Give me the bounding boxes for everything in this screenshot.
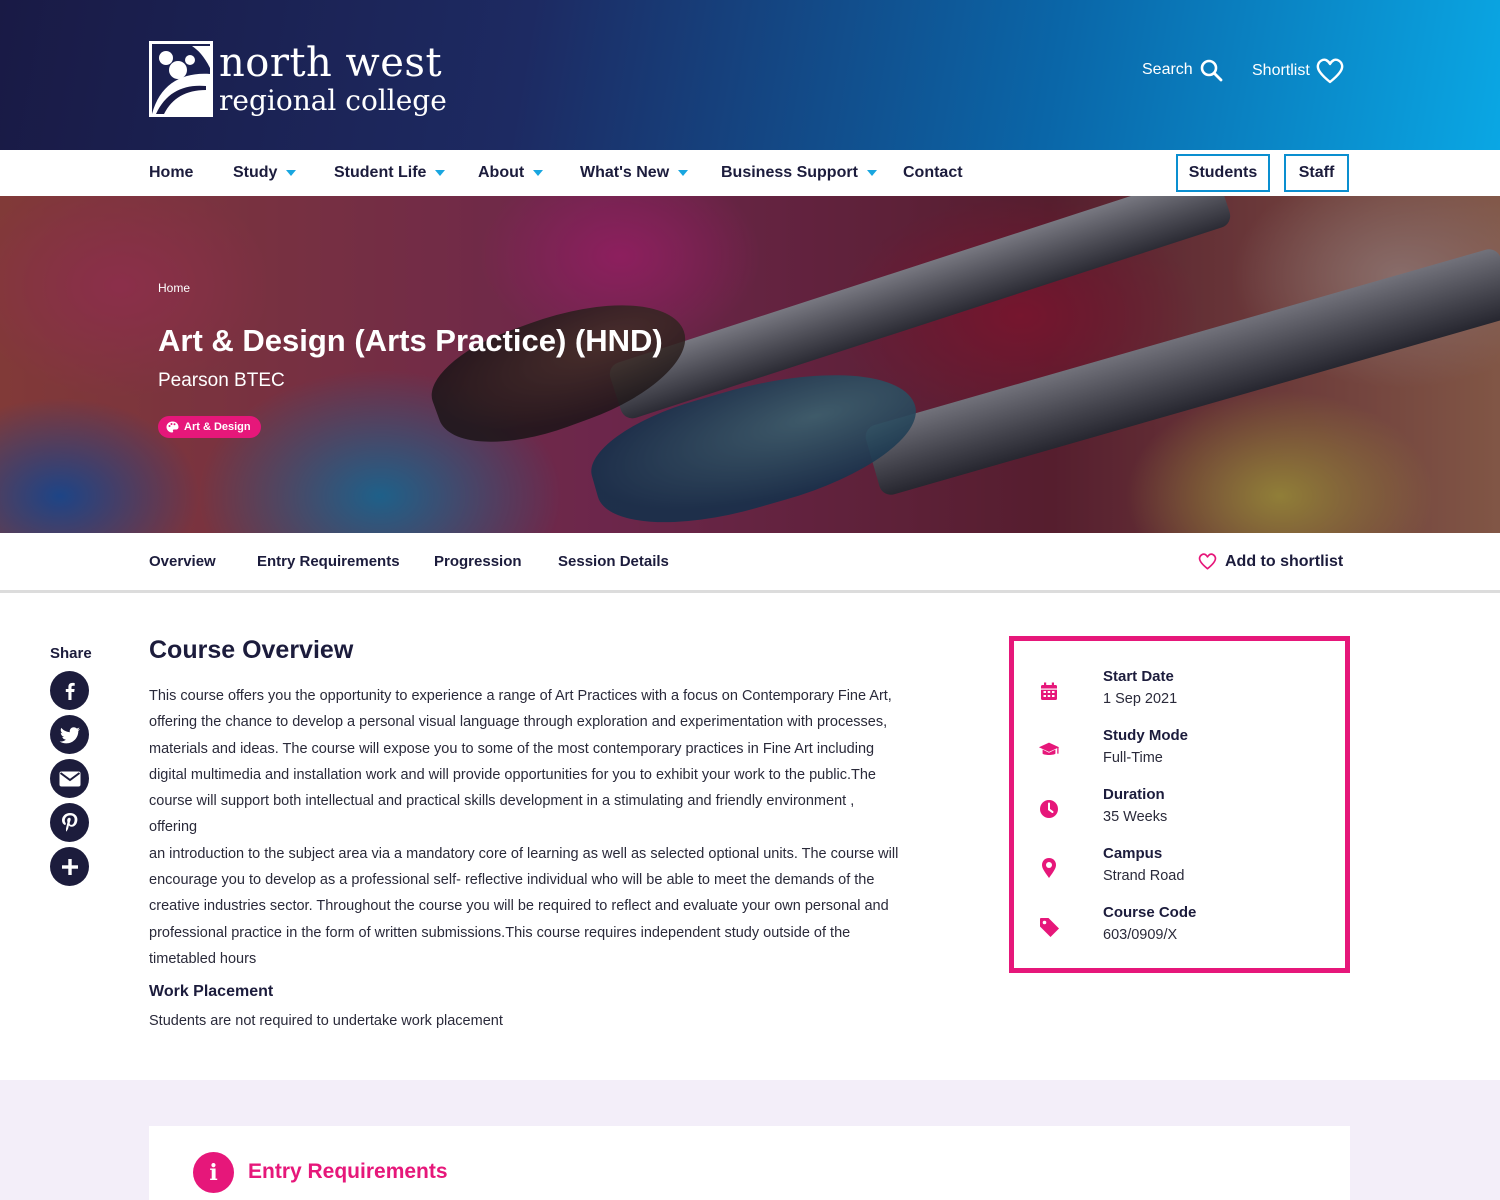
students-button[interactable]: Students (1176, 154, 1270, 192)
search-icon (1200, 59, 1223, 82)
main-navigation: Home Study Student Life About What's New… (0, 150, 1500, 196)
nav-item-business-support[interactable]: Business Support (721, 150, 877, 196)
overview-line: an introduction to the subject area via … (149, 845, 899, 862)
site-header: north west regional college Search Short… (0, 0, 1500, 150)
nav-item-student-life[interactable]: Student Life (334, 150, 446, 196)
shortlist-link[interactable]: Shortlist (1252, 58, 1344, 84)
course-info-box: Start Date 1 Sep 2021 Study Mode Full-Ti… (1009, 636, 1350, 973)
pinterest-icon (61, 812, 77, 832)
shortlist-label: Shortlist (1252, 62, 1310, 79)
tab-progression[interactable]: Progression (434, 533, 522, 590)
caret-down-icon (286, 170, 297, 176)
info-study-mode: Study Mode Full-Time (1034, 727, 1334, 773)
logo-mark-icon (149, 41, 213, 117)
share-pinterest-button[interactable] (50, 803, 89, 842)
info-icon: i (193, 1152, 234, 1193)
staff-button[interactable]: Staff (1284, 154, 1349, 192)
share-facebook-button[interactable] (50, 671, 89, 710)
info-value: 603/0909/X (1103, 927, 1178, 943)
heart-icon (1316, 58, 1344, 84)
caret-down-icon (678, 170, 689, 176)
info-start-date: Start Date 1 Sep 2021 (1034, 668, 1334, 714)
tab-overview[interactable]: Overview (149, 533, 216, 590)
overview-line: creative industries sector. Throughout t… (149, 898, 889, 915)
college-logo[interactable]: north west regional college (149, 41, 447, 117)
info-duration: Duration 35 Weeks (1034, 786, 1334, 832)
overview-line: This course offers you the opportunity t… (149, 688, 892, 704)
course-overview-heading: Course Overview (149, 636, 354, 664)
calendar-icon (1041, 682, 1057, 700)
facebook-icon (65, 682, 75, 700)
logo-line-2: regional college (219, 84, 447, 117)
overview-line: course will support both intellectual an… (149, 793, 855, 836)
entry-requirements-heading: Entry Requirements (248, 1160, 448, 1183)
breadcrumb-home[interactable]: Home (158, 281, 190, 295)
caret-down-icon (533, 170, 544, 176)
overview-line: timetabled hours (149, 950, 257, 967)
work-placement-text: Students are not required to undertake w… (149, 1013, 503, 1029)
overview-line: offering the chance to develop a persona… (149, 714, 888, 731)
share-more-button[interactable] (50, 847, 89, 886)
location-pin-icon (1042, 858, 1056, 878)
tag-icon (1039, 917, 1059, 937)
add-to-shortlist-label: Add to shortlist (1225, 552, 1344, 570)
info-label: Duration (1103, 786, 1165, 803)
nav-item-whats-new[interactable]: What's New (580, 150, 689, 196)
nav-item-contact[interactable]: Contact (903, 150, 963, 196)
nav-label: Home (149, 164, 194, 181)
nav-item-home[interactable]: Home (149, 150, 193, 196)
tab-entry-requirements[interactable]: Entry Requirements (257, 533, 400, 590)
info-label: Study Mode (1103, 727, 1188, 744)
nav-label: About (478, 164, 525, 181)
email-icon (59, 771, 80, 786)
clock-icon (1040, 800, 1058, 818)
overview-line: professional practice in the form of wri… (149, 924, 851, 941)
heart-icon (1198, 553, 1217, 570)
info-label: Course Code (1103, 904, 1197, 921)
overview-line: digital multimedia and installation work… (149, 766, 876, 783)
subject-tag-label: Art & Design (184, 421, 251, 433)
info-label: Start Date (1103, 668, 1174, 685)
nav-label: Contact (903, 164, 963, 181)
graduation-cap-icon (1038, 742, 1060, 756)
search-link[interactable]: Search (1142, 58, 1223, 82)
nav-label: What's New (580, 164, 670, 181)
hero-overlay (0, 196, 1500, 533)
overview-line: materials and ideas. The course will exp… (149, 740, 875, 757)
plus-icon (61, 858, 78, 875)
info-value: Strand Road (1103, 868, 1185, 884)
page-title: Art & Design (Arts Practice) (HND) (158, 323, 663, 358)
course-overview-text: This course offers you the opportunity t… (149, 683, 904, 972)
caret-down-icon (866, 170, 877, 176)
add-to-shortlist-button[interactable]: Add to shortlist (1198, 533, 1343, 590)
nav-label: Study (233, 164, 278, 181)
overview-line: encourage you to develop as a profession… (149, 872, 875, 889)
caret-down-icon (435, 170, 446, 176)
logo-line-1: north west (219, 40, 443, 86)
twitter-icon (59, 726, 80, 743)
share-twitter-button[interactable] (50, 715, 89, 754)
work-placement-heading: Work Placement (149, 983, 274, 1000)
hero-banner (0, 196, 1500, 533)
nav-item-study[interactable]: Study (233, 150, 297, 196)
info-campus: Campus Strand Road (1034, 845, 1334, 891)
share-email-button[interactable] (50, 759, 89, 798)
course-tabs: Overview Entry Requirements Progression … (0, 533, 1500, 593)
subject-tag[interactable]: Art & Design (158, 416, 261, 438)
search-label: Search (1142, 61, 1193, 78)
info-label: Campus (1103, 845, 1163, 862)
page-subtitle: Pearson BTEC (158, 370, 285, 391)
info-value: 1 Sep 2021 (1103, 691, 1178, 707)
info-course-code: Course Code 603/0909/X (1034, 904, 1334, 950)
tab-session-details[interactable]: Session Details (558, 533, 669, 590)
share-label: Share (50, 645, 92, 662)
palette-icon (166, 421, 179, 433)
info-value: Full-Time (1103, 750, 1163, 766)
info-value: 35 Weeks (1103, 809, 1168, 825)
nav-label: Student Life (334, 164, 427, 181)
nav-label: Business Support (721, 164, 858, 181)
nav-item-about[interactable]: About (478, 150, 544, 196)
